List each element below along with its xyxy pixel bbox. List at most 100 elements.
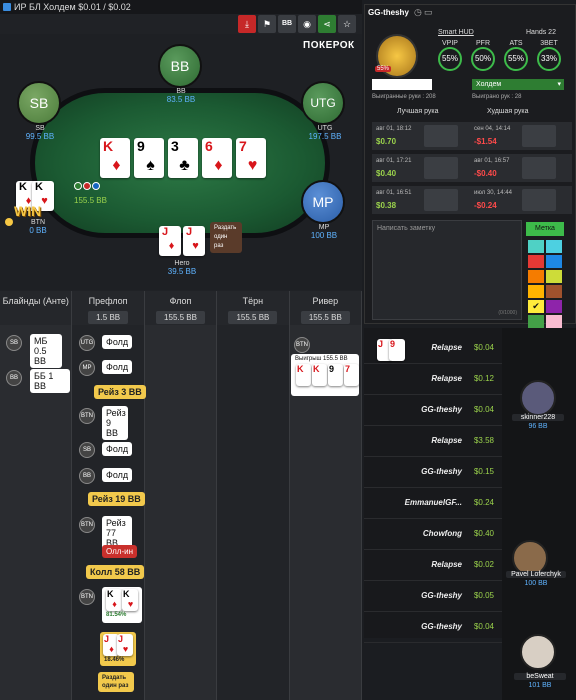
worst-hand-cards xyxy=(522,189,556,211)
window-icon[interactable]: ▭ xyxy=(424,7,433,18)
player-stack: 96 BB xyxy=(528,423,548,430)
hand-list-row[interactable]: EmmanuelGF... $0.24 xyxy=(364,489,502,519)
pos-btn: BTN xyxy=(79,408,95,424)
seat-name: BTN xyxy=(31,219,45,226)
swatch[interactable] xyxy=(546,270,562,283)
download-icon[interactable]: ⤓ xyxy=(238,15,256,33)
hand-list-player: GG-theshy xyxy=(421,467,462,476)
card: K xyxy=(296,364,311,386)
chip-stack-icon xyxy=(74,182,104,196)
street-river: Ривер 155.5 BB xyxy=(290,291,363,325)
hand-list-row[interactable]: GG-theshy $0.05 xyxy=(364,582,502,612)
window-title: ИР БЛ Холдем $0.01 / $0.02 xyxy=(14,2,131,12)
street-flop: Флоп 155.5 BB xyxy=(145,291,218,325)
seat-bb[interactable]: BB BB 83.5 BB xyxy=(158,44,204,104)
pot-chips: 155.5 BB xyxy=(74,182,107,205)
stat-3bet[interactable]: 3BET 33% xyxy=(537,40,561,71)
player-name: beSweat xyxy=(514,673,566,680)
incognito-icon[interactable]: ◉ xyxy=(298,15,316,33)
hand-list-player: Relapse xyxy=(431,343,462,352)
swatch[interactable] xyxy=(546,285,562,298)
btn-equity: 81.54% xyxy=(106,612,127,618)
hand-list-row[interactable]: Relapse $0.02 xyxy=(364,551,502,581)
hand-list-row[interactable]: GG-theshy $0.04 xyxy=(364,613,502,643)
hud-avatar-pct: 55% xyxy=(375,66,392,72)
hand-list-row[interactable]: Relapse $0.04 xyxy=(364,334,502,364)
hands-won-label: Выигранные руки : 208 xyxy=(372,94,436,100)
swatch[interactable] xyxy=(528,315,544,328)
hud-name-field[interactable] xyxy=(372,79,432,90)
swatch-selected-check-icon[interactable]: ✔ xyxy=(528,300,544,313)
pos-sb: SB xyxy=(6,335,22,351)
hand-list-row[interactable]: Chowfong $0.40 xyxy=(364,520,502,550)
bb-toggle-button[interactable]: BB xyxy=(278,15,296,33)
smart-hud-link[interactable]: Smart HUD xyxy=(438,29,474,36)
seat-btn[interactable]: K ♦ K ♥ WIN BTN 0 BB xyxy=(12,181,64,235)
street-pot: 155.5 BB xyxy=(300,311,350,324)
seat-hero[interactable]: J ♦ J ♥ Hero 39.5 BB xyxy=(158,226,206,276)
pos-utg: UTG xyxy=(79,335,95,351)
hand-list-amount: $3.58 xyxy=(473,436,494,445)
worst-hand-header: Худшая рука xyxy=(487,108,529,115)
street-pot: 1.5 BB xyxy=(88,311,129,324)
seat-name: Hero xyxy=(174,260,190,267)
pos-btn: BTN xyxy=(294,337,310,353)
hand-list-row[interactable]: Relapse $3.58 xyxy=(364,427,502,457)
hand-list-amount: $0.04 xyxy=(473,343,494,352)
hand-row[interactable]: авг 01, 17:21 $0.40 авг 01, 16:57 -$0.40 xyxy=(372,154,572,182)
swatch[interactable] xyxy=(528,255,544,268)
swatch[interactable] xyxy=(528,270,544,283)
seat-stack: 100 BB xyxy=(310,231,338,240)
stat-vpip[interactable]: VPIP 55% xyxy=(438,40,462,71)
seat-avatar: MP xyxy=(301,180,345,224)
street-preflop: Префлоп 1.5 BB xyxy=(72,291,145,325)
flag-icon[interactable]: ⚑ xyxy=(258,15,276,33)
seat-stack: 197.5 BB xyxy=(308,132,342,141)
hand-row[interactable]: авг 01, 18:12 $0.70 сен 04, 14:14 -$1.54 xyxy=(372,122,572,150)
player-name: Pavel Loferchyk xyxy=(506,571,566,578)
hero-showdown-card: J ♦ J ♥ 18.46% xyxy=(100,632,136,666)
hand-list-row[interactable]: GG-theshy $0.04 xyxy=(364,396,502,426)
seat-sb[interactable]: SB SB 99.5 BB xyxy=(17,81,63,141)
swatch[interactable] xyxy=(546,300,562,313)
action-raise-19: Рейз 19 BB xyxy=(88,492,145,506)
history-icon[interactable]: ◷ xyxy=(414,7,422,18)
card: K xyxy=(312,364,327,386)
hand-list-player: EmmanuelGF... xyxy=(404,498,462,507)
swatch[interactable] xyxy=(528,240,544,253)
game-select[interactable]: Холдем ▾ xyxy=(472,79,564,90)
star-icon[interactable]: ☆ xyxy=(338,15,356,33)
river-win-card: Выигрыш 155.5 BB K K 9 7 xyxy=(291,354,359,396)
pos-bb: BB xyxy=(79,468,95,484)
hand-list-player: Chowfong xyxy=(422,529,462,538)
seat-utg[interactable]: UTG UTG 197.5 BB xyxy=(301,81,349,141)
color-swatches: ✔ xyxy=(528,240,564,328)
stat-pfr[interactable]: PFR 50% xyxy=(471,40,495,71)
swatch[interactable] xyxy=(546,240,562,253)
btn-cards: K ♦ K ♥ WIN xyxy=(12,181,64,219)
hud-stats: VPIP 55% PFR 50% ATS 55% 3BET 33% xyxy=(438,40,561,71)
swatch[interactable] xyxy=(528,285,544,298)
stat-ats[interactable]: ATS 55% xyxy=(504,40,528,71)
seat-mp[interactable]: MP MP 100 BB xyxy=(301,180,347,240)
label-button[interactable]: Метка xyxy=(526,222,564,236)
hand-list-amount: $0.15 xyxy=(473,467,494,476)
hand-list-row[interactable]: GG-theshy $0.15 xyxy=(364,458,502,488)
swatch[interactable] xyxy=(546,315,562,328)
window-titlebar[interactable]: ИР БЛ Холдем $0.01 / $0.02 xyxy=(0,0,362,14)
swatch[interactable] xyxy=(546,255,562,268)
board-card-1: K ♦ xyxy=(100,138,130,178)
seat-avatar: SB xyxy=(17,81,61,125)
hand-list-player: GG-theshy xyxy=(421,405,462,414)
share-icon[interactable]: ⋖ xyxy=(318,15,336,33)
hand-list-row[interactable]: Relapse $0.12 xyxy=(364,365,502,395)
street-blinds: Блайнды (Анте) xyxy=(0,291,73,325)
action-raise-3: Рейз 3 BB xyxy=(94,385,146,399)
hand-list-amount: $0.04 xyxy=(473,622,494,631)
hand-list-amount: $0.40 xyxy=(473,529,494,538)
note-textarea[interactable]: Написать заметку (0/1000) xyxy=(372,220,522,320)
worst-hand-cards xyxy=(522,157,556,179)
action-bb-fold: Фолд xyxy=(102,468,133,482)
hand-row[interactable]: авг 01, 16:51 $0.38 июл 30, 14:44 -$0.24 xyxy=(372,186,572,214)
hero-card-2: J ♥ xyxy=(183,226,205,256)
